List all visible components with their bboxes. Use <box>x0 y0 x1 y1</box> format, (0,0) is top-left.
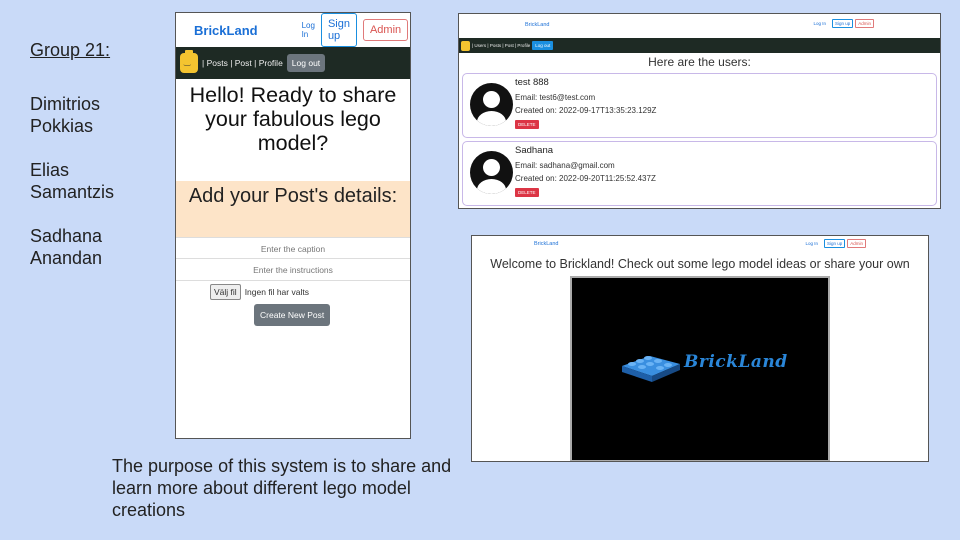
file-picker: Välj fil Ingen fil har valts <box>176 281 410 300</box>
group-title: Group 21: <box>30 40 111 60</box>
file-status: Ingen fil har valts <box>244 287 309 297</box>
add-post-heading: Add your Post's details: <box>176 181 410 237</box>
user-card: test 888 Email: test6@test.com Created o… <box>462 73 937 138</box>
user-email: Email: test6@test.com <box>515 93 596 102</box>
navbar: BrickLand Log In Sign up Admin <box>176 13 410 47</box>
caption-input[interactable]: Enter the caption <box>176 237 410 259</box>
admin-button[interactable]: Admin <box>847 239 866 248</box>
logout-button[interactable]: Log out <box>532 41 554 50</box>
user-nav-bar: | Posts | Post | Profile Log out <box>176 47 410 79</box>
user-name: test 888 <box>515 77 549 88</box>
admin-button[interactable]: Admin <box>362 19 409 41</box>
lego-avatar-icon <box>461 40 470 51</box>
delete-button[interactable]: DELETE <box>515 188 539 197</box>
navbar: BrickLand Log In Sign up Admin <box>472 236 928 253</box>
signup-button[interactable]: Sign up <box>831 19 854 28</box>
brand-link[interactable]: BrickLand <box>525 22 549 28</box>
home-screenshot: BrickLand Log In Sign up Admin Welcome t… <box>471 235 929 462</box>
logo-text: BrickLand <box>684 352 788 372</box>
brickland-logo-image: BrickLand <box>570 276 830 461</box>
logout-button[interactable]: Log out <box>286 54 326 72</box>
member-name: Sadhana Anandan <box>30 226 103 268</box>
brand-link[interactable]: BrickLand <box>534 241 558 247</box>
users-heading: Here are the users: <box>648 55 751 69</box>
user-card: Sadhana Email: sadhana@gmail.com Created… <box>462 141 937 206</box>
admin-button[interactable]: Admin <box>855 19 874 28</box>
lego-avatar-icon <box>180 50 198 73</box>
user-avatar-icon <box>470 83 513 126</box>
delete-button[interactable]: DELETE <box>515 120 539 129</box>
purpose-text: The purpose of this system is to share a… <box>112 456 452 520</box>
hello-heading: Hello! Ready to share your fabulous lego… <box>189 83 397 155</box>
nav-links[interactable]: | Users | Posts | Post | Profile <box>472 43 530 48</box>
login-link[interactable]: Log In <box>813 21 826 26</box>
user-nav-bar: | Users | Posts | Post | Profile Log out <box>459 38 940 53</box>
member-name: Elias Samantzis <box>30 160 115 202</box>
signup-button[interactable]: Sign up <box>320 13 357 47</box>
signup-button[interactable]: Sign up <box>823 239 846 248</box>
navbar: BrickLand Log In Sign up Admin <box>459 14 940 35</box>
create-post-screenshot: BrickLand Log In Sign up Admin | Posts |… <box>175 12 411 439</box>
user-created: Created on: 2022-09-17T13:35:23.129Z <box>515 106 657 115</box>
nav-links[interactable]: | Posts | Post | Profile <box>202 58 283 68</box>
user-email: Email: sadhana@gmail.com <box>515 161 615 170</box>
brand-link[interactable]: BrickLand <box>194 23 258 38</box>
instructions-input[interactable]: Enter the instructions <box>176 259 410 281</box>
choose-file-button[interactable]: Välj fil <box>210 284 241 300</box>
user-avatar-icon <box>470 151 513 194</box>
create-post-button[interactable]: Create New Post <box>254 304 331 326</box>
member-name: Dimitrios Pokkias <box>30 94 100 136</box>
user-name: Sadhana <box>515 145 554 156</box>
lego-brick-icon <box>622 356 680 382</box>
users-screenshot: BrickLand Log In Sign up Admin | Users |… <box>458 13 941 209</box>
login-link[interactable]: Log In <box>302 21 315 39</box>
user-created: Created on: 2022-09-20T11:25:52.437Z <box>515 174 656 183</box>
login-link[interactable]: Log In <box>805 241 818 246</box>
welcome-text: Welcome to Brickland! Check out some leg… <box>490 257 910 271</box>
